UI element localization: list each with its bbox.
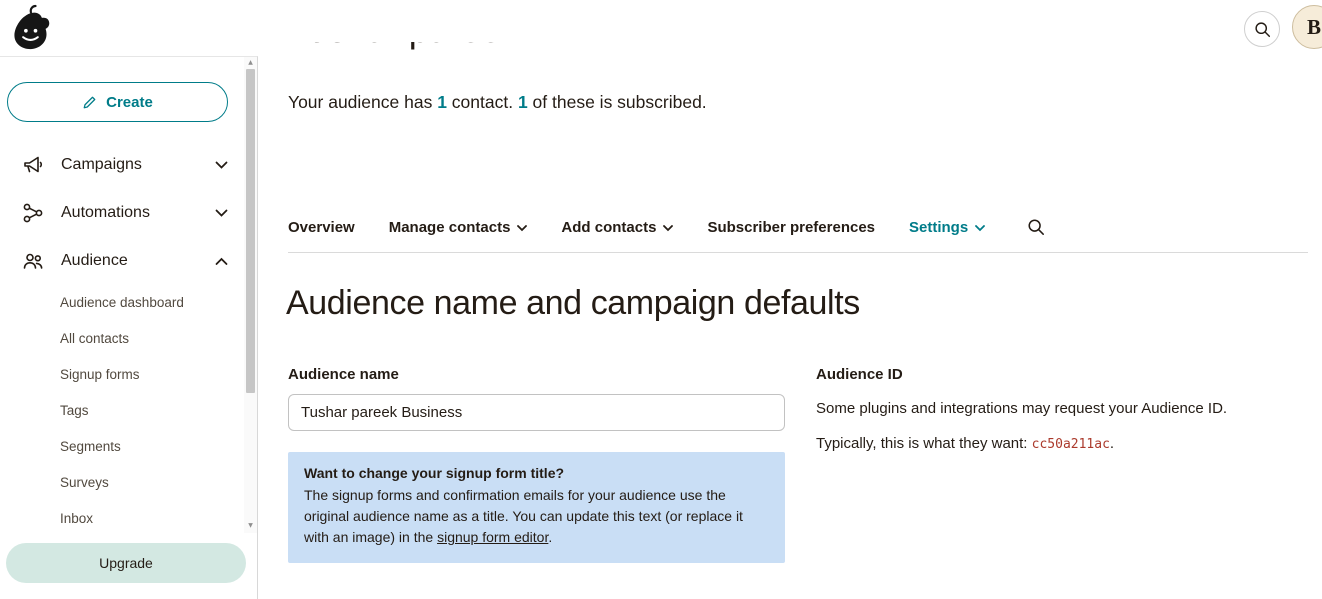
sidebar-item-signup-forms[interactable]: Signup forms — [0, 357, 244, 393]
page-title-text: Tushar pareek — [288, 42, 708, 52]
megaphone-icon — [20, 152, 46, 178]
avatar-initial: B — [1307, 15, 1321, 40]
audience-id-label: Audience ID — [816, 366, 903, 383]
audience-id-code: cc50a211ac — [1032, 437, 1110, 452]
audience-name-input[interactable] — [288, 394, 785, 431]
sidebar: Create Campaigns Automations — [0, 56, 258, 599]
subscribed-count-link[interactable]: 1 — [518, 92, 528, 112]
chevron-up-icon — [215, 257, 228, 266]
sidebar-item-inbox[interactable]: Inbox — [0, 501, 244, 537]
sidebar-scrollbar[interactable]: ▲ ▼ — [244, 57, 257, 533]
summary-text: of these is subscribed. — [528, 92, 707, 112]
sidebar-item-segments[interactable]: Segments — [0, 429, 244, 465]
page-heading: Audience name and campaign defaults — [286, 284, 860, 323]
sidebar-item-audience[interactable]: Audience — [0, 237, 244, 285]
audience-subnav: Audience dashboard All contacts Signup f… — [0, 285, 244, 537]
tab-label: Settings — [909, 219, 968, 236]
scrollbar-thumb[interactable] — [246, 69, 255, 393]
tab-manage-contacts[interactable]: Manage contacts — [389, 219, 528, 236]
sidebar-item-surveys[interactable]: Surveys — [0, 465, 244, 501]
scroll-down-arrow[interactable]: ▼ — [244, 521, 257, 531]
infobox-text-end: . — [548, 529, 552, 545]
freddie-icon — [8, 3, 52, 53]
sidebar-item-tags[interactable]: Tags — [0, 393, 244, 429]
audience-name-label: Audience name — [288, 366, 399, 383]
upgrade-button[interactable]: Upgrade — [6, 543, 246, 583]
nav-label-audience: Audience — [61, 252, 128, 270]
chevron-down-icon — [517, 225, 527, 232]
pencil-icon — [82, 95, 97, 110]
chevron-down-icon — [215, 209, 228, 218]
sidebar-nav: Campaigns Automations Audience — [0, 141, 244, 285]
audience-id-description: Some plugins and integrations may reques… — [816, 400, 1227, 417]
sidebar-item-automations[interactable]: Automations — [0, 189, 244, 237]
audience-id-text: Typically, this is what they want: — [816, 435, 1032, 452]
page-title-clipped: Tushar pareek — [288, 42, 708, 56]
create-button-label: Create — [106, 94, 153, 111]
contact-count-link[interactable]: 1 — [437, 92, 447, 112]
sidebar-footer: Upgrade — [0, 533, 257, 599]
summary-text: Your audience has — [288, 92, 437, 112]
search-icon — [1254, 21, 1271, 38]
signup-form-editor-link[interactable]: signup form editor — [437, 529, 548, 545]
avatar[interactable]: B — [1292, 5, 1322, 49]
audience-tabs: Overview Manage contacts Add contacts Su… — [288, 218, 1045, 236]
mailchimp-logo[interactable] — [8, 3, 52, 53]
tab-subscriber-preferences[interactable]: Subscriber preferences — [707, 219, 875, 236]
audience-id-value-line: Typically, this is what they want: cc50a… — [816, 435, 1114, 452]
audience-icon — [20, 248, 46, 274]
tab-settings[interactable]: Settings — [909, 219, 985, 236]
tabs-divider — [288, 252, 1308, 253]
sidebar-item-all-contacts[interactable]: All contacts — [0, 321, 244, 357]
tabs-search-button[interactable] — [1027, 218, 1045, 236]
audience-id-text-end: . — [1110, 435, 1114, 452]
chevron-down-icon — [663, 225, 673, 232]
chevron-down-icon — [975, 225, 985, 232]
search-icon — [1027, 218, 1045, 236]
tab-label: Manage contacts — [389, 219, 511, 236]
sidebar-item-campaigns[interactable]: Campaigns — [0, 141, 244, 189]
infobox-title: Want to change your signup form title? — [304, 465, 769, 481]
infobox-body: The signup forms and confirmation emails… — [304, 485, 769, 548]
tab-overview[interactable]: Overview — [288, 219, 355, 236]
chevron-down-icon — [215, 161, 228, 170]
scroll-up-arrow[interactable]: ▲ — [244, 58, 257, 68]
summary-text: contact. — [447, 92, 518, 112]
tab-add-contacts[interactable]: Add contacts — [561, 219, 673, 236]
sidebar-item-audience-dashboard[interactable]: Audience dashboard — [0, 285, 244, 321]
create-button[interactable]: Create — [7, 82, 228, 122]
signup-form-title-infobox: Want to change your signup form title? T… — [288, 452, 785, 563]
automations-icon — [20, 200, 46, 226]
tab-label: Add contacts — [561, 219, 656, 236]
audience-summary: Your audience has 1 contact. 1 of these … — [288, 92, 707, 113]
nav-label-campaigns: Campaigns — [61, 156, 142, 174]
mailchimp-audience-settings-page: B Tushar pareek Create Campaigns — [0, 0, 1322, 599]
nav-label-automations: Automations — [61, 204, 150, 222]
header-search-button[interactable] — [1244, 11, 1280, 47]
